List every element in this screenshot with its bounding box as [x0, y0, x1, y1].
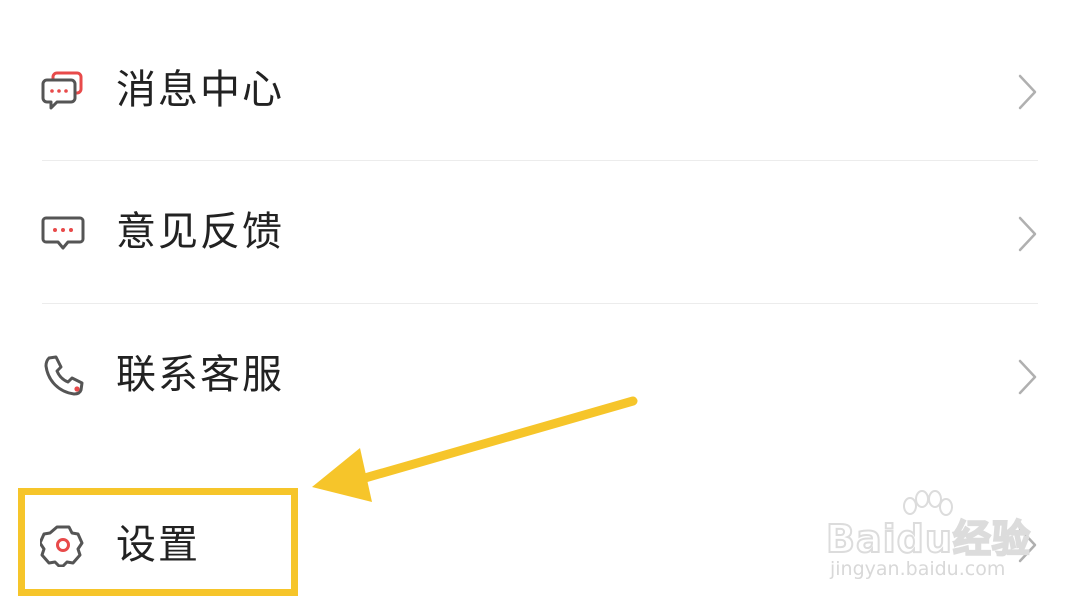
divider: [42, 160, 1038, 161]
chevron-right-icon: [1014, 214, 1040, 254]
pointer-arrow: [312, 396, 638, 502]
menu-item-label: 联系客服: [116, 352, 284, 398]
baidu-jingyan-watermark: Baidu经验 jingyan.baidu.com: [825, 490, 1036, 590]
chevron-right-icon: [1014, 72, 1040, 112]
message-center-icon: [40, 68, 86, 114]
menu-item-feedback[interactable]: 意见反馈: [0, 162, 1080, 302]
watermark-logo-text: Baidu经验: [825, 516, 1031, 562]
highlight-box: [18, 488, 298, 596]
menu-item-label: 消息中心: [116, 67, 284, 113]
menu-item-label: 意见反馈: [116, 209, 284, 255]
watermark-url: jingyan.baidu.com: [830, 558, 1006, 580]
menu-item-message-center[interactable]: 消息中心: [0, 20, 1080, 160]
chevron-right-icon: [1014, 357, 1040, 397]
feedback-icon: [40, 210, 86, 256]
divider: [42, 303, 1038, 304]
phone-icon: [40, 353, 86, 399]
